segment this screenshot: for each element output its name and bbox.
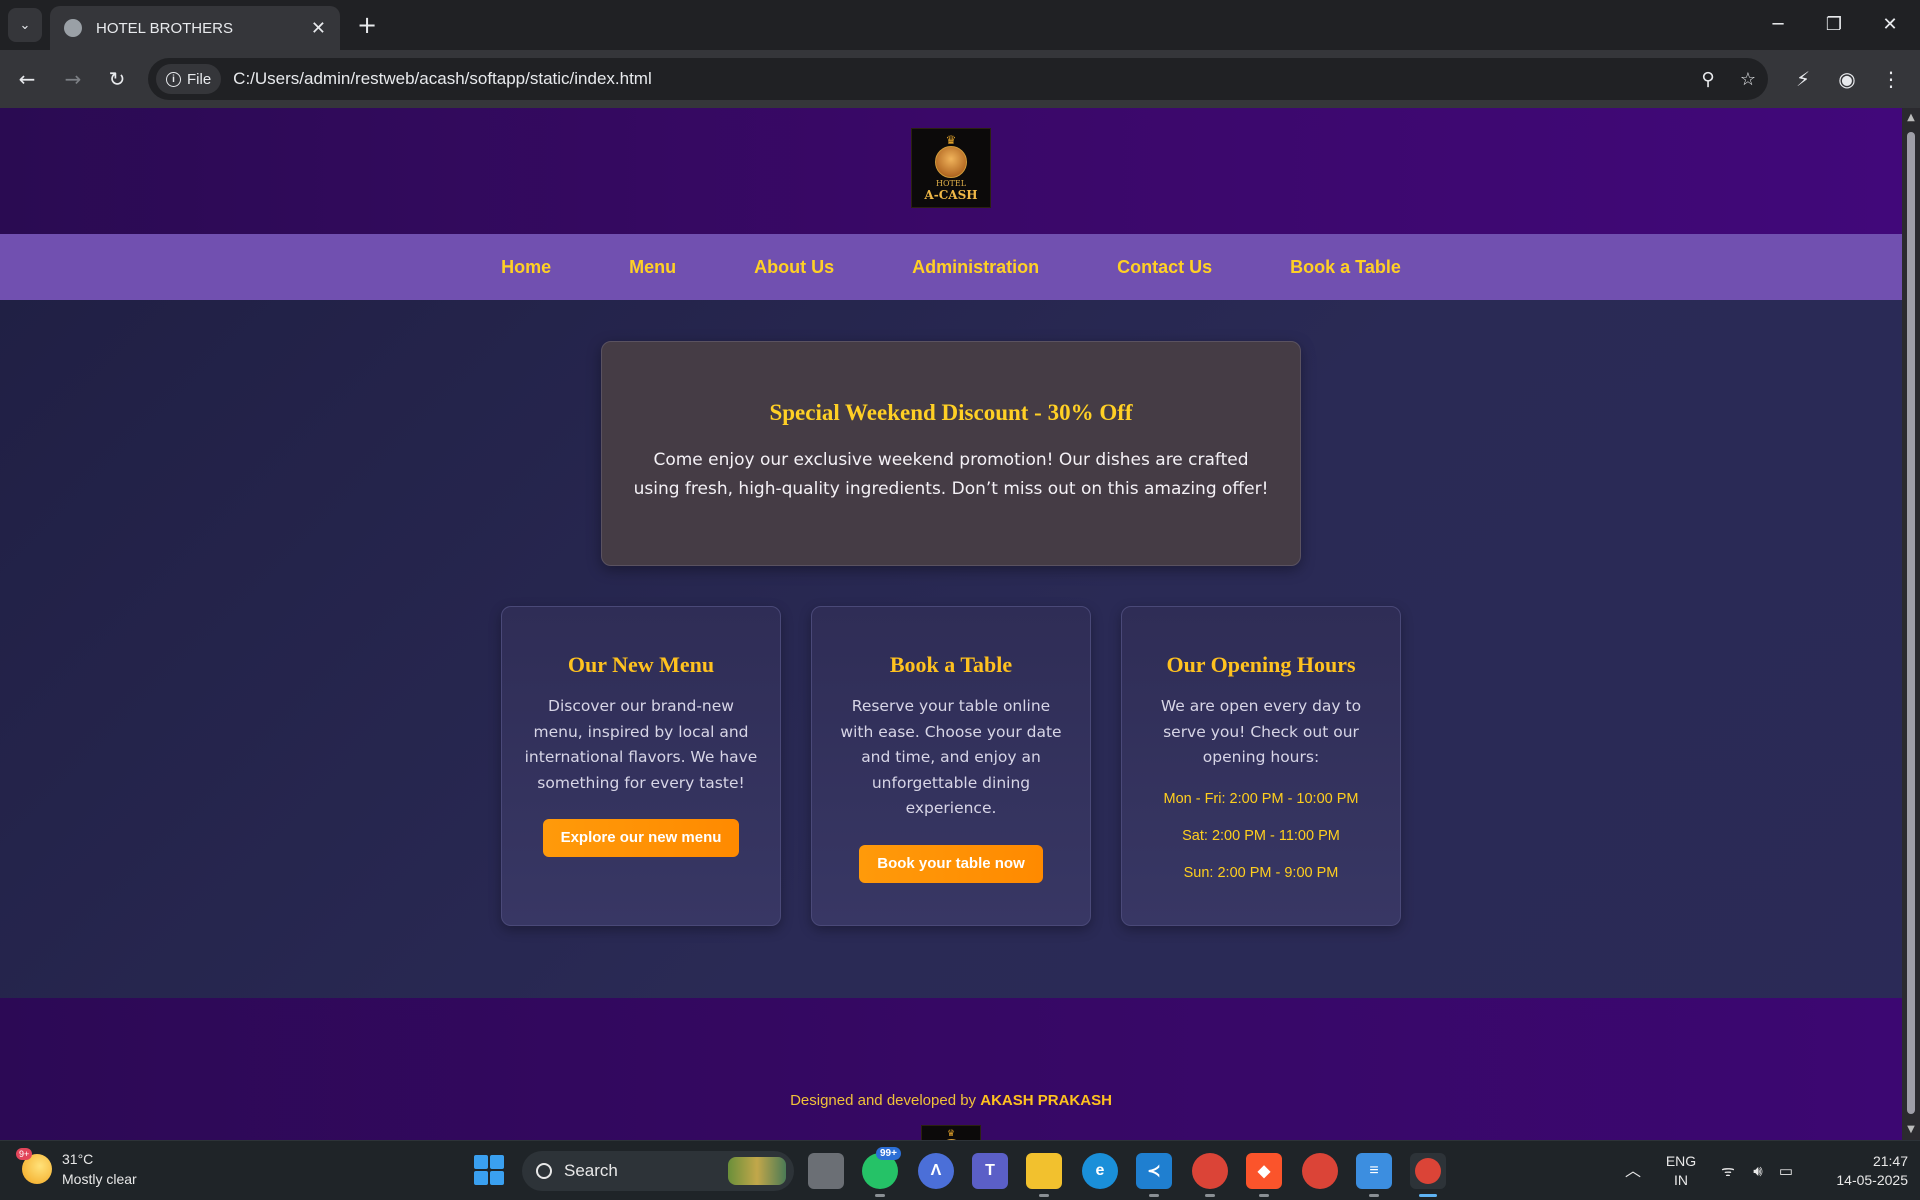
address-bar[interactable]: i File C:/Users/admin/restweb/acash/soft… [148,58,1768,100]
clock-time: 21:47 [1872,1153,1908,1169]
lang-line2: IN [1674,1172,1688,1188]
lang-line1: ENG [1665,1153,1697,1169]
browser-tab[interactable]: HOTEL BROTHERS ✕ [50,6,340,50]
volume-icon[interactable]: 🔊︎ [1744,1141,1772,1200]
weather-widget[interactable]: 9+ 31°C Mostly clear [16,1148,137,1189]
whatsapp-icon[interactable]: 99+ [862,1147,901,1197]
nav-about-us[interactable]: About Us [754,257,834,278]
opening-hours-list: Mon - Fri: 2:00 PM - 10:00 PM Sat: 2:00 … [1122,789,1400,900]
hours-saturday: Sat: 2:00 PM - 11:00 PM [1182,827,1340,844]
hours-sunday: Sun: 2:00 PM - 9:00 PM [1183,864,1339,881]
card-title: Our Opening Hours [1166,652,1356,677]
browser-tab-bar: ⌄ HOTEL BROTHERS ✕ + ─ ❐ ✕ [0,0,1920,50]
tab-title: HOTEL BROTHERS [96,19,233,37]
credit-name: AKASH PRAKASH [980,1092,1112,1109]
site-header: ♛ HOTEL A-CASH [0,108,1902,234]
vscode-icon[interactable]: ≺ [1136,1153,1172,1197]
promo-banner: Special Weekend Discount - 30% Off Come … [601,341,1301,566]
notepad-icon[interactable]: ≡ [1356,1153,1392,1197]
taskbar-search[interactable]: Search [522,1151,794,1191]
close-tab-icon[interactable]: ✕ [311,18,326,39]
task-view-icon[interactable] [808,1153,844,1189]
tab-search-chevron-icon[interactable]: ⌄ [8,8,42,42]
clock-date: 14-05-2025 [1836,1172,1908,1188]
windows-taskbar: 9+ 31°C Mostly clear Search 99+ Λ T e ≺ … [0,1140,1920,1200]
chrome-icon[interactable] [1302,1153,1338,1189]
zoom-icon[interactable]: ⚲ [1688,69,1728,90]
logo-text-brand: A-CASH [924,188,978,203]
explore-menu-button[interactable]: Explore our new menu [542,819,740,857]
wifi-icon[interactable]: ᯤ [1714,1141,1742,1200]
window-close-icon[interactable]: ✕ [1870,8,1910,40]
weather-temp: 31°C [62,1151,94,1167]
restore-icon[interactable]: ❐ [1814,8,1854,40]
site-info-chip[interactable]: i File [156,64,222,94]
language-indicator[interactable]: ENG IN [1658,1141,1704,1200]
promo-title: Special Weekend Discount - 30% Off [769,400,1133,425]
taskbar-search-label: Search [564,1161,618,1180]
profile-icon[interactable]: ◉ [1830,62,1864,96]
card-opening-hours: Our Opening Hours We are open every day … [1121,606,1401,926]
card-title: Book a Table [889,652,1013,677]
site-info-label: File [187,70,212,88]
site-footer: ♛ HOTEL A-CASH Designed and developed by… [0,998,1902,1140]
menu-kebab-icon[interactable]: ⋮ [1874,62,1908,96]
forward-arrow-icon[interactable]: → [56,62,90,96]
crown-icon: ♛ [945,133,957,148]
weather-badge: 9+ [16,1148,33,1160]
arc-app-icon[interactable]: Λ [918,1153,954,1189]
main-nav: Home Menu About Us Administration Contac… [0,234,1902,300]
nav-contact-us[interactable]: Contact Us [1117,257,1212,278]
promo-text: Come enjoy our exclusive weekend promoti… [633,450,1269,499]
footer-logo-badge: ♛ HOTEL A-CASH [921,1125,981,1140]
reload-icon[interactable]: ↻ [100,62,134,96]
edge-icon[interactable]: e [1082,1153,1118,1189]
new-tab-plus-icon[interactable]: + [352,10,382,40]
brave-icon[interactable]: ◆ [1246,1153,1282,1197]
scroll-thumb[interactable] [1907,132,1915,1114]
nav-book-a-table[interactable]: Book a Table [1290,257,1401,278]
card-new-menu: Our New Menu Discover our brand-new menu… [501,606,781,926]
weather-condition: Mostly clear [62,1171,137,1187]
chrome-active-icon[interactable] [1410,1153,1446,1197]
weather-moon-icon: 9+ [16,1148,52,1184]
windows-start-icon[interactable] [474,1155,504,1185]
card-book-table: Book a Table Reserve your table online w… [811,606,1091,926]
book-table-button[interactable]: Book your table now [859,844,1043,883]
teams-icon[interactable]: T [972,1153,1008,1189]
nav-menu[interactable]: Menu [629,257,676,278]
bookmark-star-icon[interactable]: ☆ [1728,69,1768,90]
chrome-profile-icon[interactable] [1192,1153,1228,1197]
search-icon [536,1163,552,1179]
globe-icon [64,19,82,37]
card-text: Reserve your table online with ease. Cho… [840,697,1062,817]
card-text: We are open every day to serve you! Chec… [1160,697,1362,766]
credit-prefix: Designed and developed by [790,1092,977,1109]
minimize-icon[interactable]: ─ [1758,8,1798,40]
extension-icon[interactable]: ⚡ [1786,62,1820,96]
hours-weekdays: Mon - Fri: 2:00 PM - 10:00 PM [1163,790,1359,807]
page-viewport: ♛ HOTEL A-CASH Home Menu About Us Admini… [0,108,1902,1140]
card-text: Discover our brand-new menu, inspired by… [524,697,758,792]
battery-icon[interactable]: ▭ [1772,1141,1800,1200]
browser-toolbar: ← → ↻ i File C:/Users/admin/restweb/acas… [0,50,1920,108]
scroll-down-icon[interactable]: ▼ [1906,1124,1916,1135]
nav-home[interactable]: Home [501,257,551,278]
url-text[interactable]: C:/Users/admin/restweb/acash/softapp/sta… [233,69,1688,89]
nav-administration[interactable]: Administration [912,257,1039,278]
scroll-up-icon[interactable]: ▲ [1906,112,1916,123]
card-title: Our New Menu [567,652,715,677]
footer-credit: Designed and developed by AKASH PRAKASH [0,1092,1902,1109]
whatsapp-badge: 99+ [876,1147,901,1160]
header-logo[interactable]: ♛ HOTEL A-CASH [911,128,991,208]
back-arrow-icon[interactable]: ← [10,62,44,96]
search-highlight-image [728,1157,786,1185]
mascot-face-icon [935,146,967,179]
page-scrollbar[interactable]: ▲ ▼ [1902,108,1920,1140]
clock[interactable]: 21:47 14-05-2025 [1808,1141,1908,1200]
tray-chevron-up-icon[interactable]: ︿ [1618,1141,1648,1200]
crown-icon: ♛ [946,1129,956,1140]
info-icon: i [166,71,181,87]
file-explorer-icon[interactable] [1026,1153,1062,1197]
